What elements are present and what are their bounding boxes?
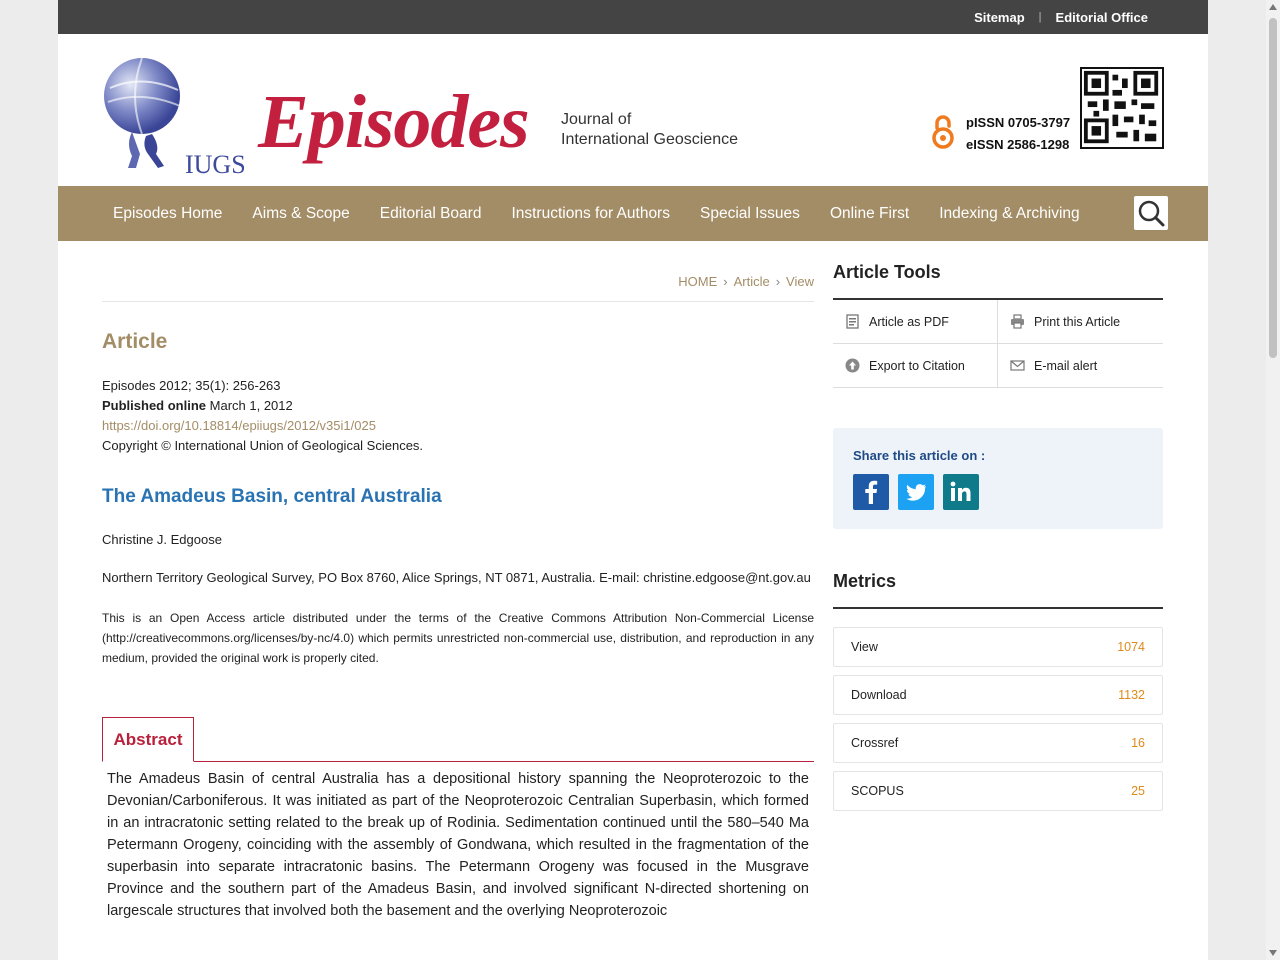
- editorial-office-link[interactable]: Editorial Office: [1056, 10, 1148, 25]
- export-citation-button[interactable]: Export to Citation: [833, 344, 998, 388]
- nav-special-issues[interactable]: Special Issues: [700, 205, 800, 223]
- breadcrumb-article[interactable]: Article: [734, 274, 770, 289]
- facebook-icon[interactable]: [853, 474, 889, 510]
- metric-value: 16: [1131, 736, 1145, 750]
- nav-online-first[interactable]: Online First: [830, 205, 909, 223]
- open-access-icon: [932, 115, 954, 149]
- pdf-icon: [846, 314, 859, 329]
- license-text: This is an Open Access article distribut…: [102, 611, 814, 665]
- chevron-right-icon: ›: [775, 274, 781, 289]
- doi-link[interactable]: https://doi.org/10.18814/epiiugs/2012/v3…: [102, 416, 814, 436]
- metric-label: View: [851, 640, 878, 654]
- twitter-icon[interactable]: [898, 474, 934, 510]
- metric-crossref[interactable]: Crossref 16: [833, 723, 1163, 763]
- search-button[interactable]: [1134, 196, 1168, 230]
- share-label: Share this article on :: [853, 448, 986, 463]
- topbar-separator: |: [1038, 11, 1042, 23]
- citation: Episodes 2012; 35(1): 256-263: [102, 378, 281, 393]
- top-utility-bar: Sitemap | Editorial Office: [58, 0, 1208, 34]
- tab-abstract[interactable]: Abstract: [102, 717, 194, 762]
- share-panel: Share this article on :: [833, 428, 1163, 529]
- main-nav: Episodes Home Aims & Scope Editorial Boa…: [58, 186, 1208, 241]
- metric-view[interactable]: View 1074: [833, 627, 1163, 667]
- metric-scopus[interactable]: SCOPUS 25: [833, 771, 1163, 811]
- atlas-globe-icon[interactable]: [102, 54, 190, 170]
- print-article-button[interactable]: Print this Article: [998, 300, 1163, 344]
- logo-journal-subtitle: Journal of International Geoscience: [561, 110, 738, 150]
- article-as-pdf-button[interactable]: Article as PDF: [833, 300, 998, 344]
- metrics-heading: Metrics: [833, 571, 1163, 609]
- logo-episodes-title[interactable]: Episodes: [258, 84, 530, 160]
- pissn-text: pISSN 0705-3797: [966, 115, 1071, 130]
- article-meta: Episodes 2012; 35(1): 256-263 Published …: [102, 376, 814, 456]
- section-title: Article: [102, 330, 168, 353]
- published-line: Published online March 1, 2012: [102, 396, 814, 416]
- chevron-right-icon: ›: [723, 274, 728, 289]
- author-affiliation: Northern Territory Geological Survey, PO…: [102, 570, 811, 585]
- logo-subtitle-line-1: Journal of: [561, 111, 632, 128]
- logo-iugs-text: IUGS: [185, 150, 246, 179]
- email-alert-button[interactable]: E-mail alert: [998, 344, 1163, 388]
- abstract-text: The Amadeus Basin of central Australia h…: [107, 771, 809, 919]
- main-content: HOME › Article › View Article Episodes 2012;…: [102, 241, 814, 922]
- published-date: March 1, 2012: [209, 398, 293, 413]
- nav-indexing-archiving[interactable]: Indexing & Archiving: [939, 205, 1079, 223]
- export-icon: [845, 358, 860, 373]
- envelope-icon: [1010, 360, 1025, 371]
- export-citation-label: Export to Citation: [869, 358, 965, 373]
- qr-code-icon: [1080, 67, 1164, 149]
- page: Sitemap | Editorial Office IUGS Episodes…: [58, 0, 1208, 960]
- article-title: The Amadeus Basin, central Australia: [102, 486, 442, 507]
- site-header: IUGS Episodes Journal of International G…: [58, 34, 1208, 186]
- scroll-up-arrow-icon[interactable]: [1269, 4, 1277, 10]
- article-tools-grid: Article as PDF Print this Article Export…: [833, 300, 1163, 388]
- nav-editorial-board[interactable]: Editorial Board: [380, 205, 482, 223]
- metric-label: Download: [851, 688, 907, 702]
- linkedin-icon[interactable]: [943, 474, 979, 510]
- sitemap-link[interactable]: Sitemap: [974, 10, 1025, 25]
- breadcrumb-view[interactable]: View: [786, 274, 814, 289]
- breadcrumb: HOME › Article › View: [102, 241, 814, 302]
- metrics-list: View 1074 Download 1132 Crossref 16 SCOP…: [833, 627, 1163, 811]
- nav-episodes-home[interactable]: Episodes Home: [113, 205, 222, 223]
- share-icons: [853, 474, 1143, 510]
- author-name: Christine J. Edgoose: [102, 532, 222, 547]
- breadcrumb-home[interactable]: HOME: [678, 274, 717, 289]
- search-icon: [1138, 200, 1165, 227]
- metric-label: SCOPUS: [851, 784, 904, 798]
- metric-value: 25: [1131, 784, 1145, 798]
- issn-block: pISSN 0705-3797 eISSN 2586-1298: [966, 112, 1070, 156]
- metric-label: Crossref: [851, 736, 899, 750]
- article-as-pdf-label: Article as PDF: [869, 314, 949, 329]
- metric-download[interactable]: Download 1132: [833, 675, 1163, 715]
- nav-aims-scope[interactable]: Aims & Scope: [252, 205, 349, 223]
- copyright: Copyright © International Union of Geolo…: [102, 438, 424, 453]
- email-alert-label: E-mail alert: [1034, 358, 1098, 373]
- metric-value: 1074: [1117, 640, 1145, 654]
- printer-icon: [1011, 314, 1024, 329]
- abstract-tab-bar: Abstract: [102, 717, 814, 762]
- published-label: Published online: [102, 398, 207, 413]
- print-article-label: Print this Article: [1034, 314, 1121, 329]
- logo-subtitle-line-2: International Geoscience: [561, 131, 738, 148]
- metric-value: 1132: [1118, 688, 1145, 702]
- nav-instructions-for-authors[interactable]: Instructions for Authors: [511, 205, 670, 223]
- scroll-down-arrow-icon[interactable]: [1269, 950, 1277, 956]
- scrollbar-thumb[interactable]: [1269, 18, 1277, 358]
- sidebar: Article Tools Article as PDF Print this …: [833, 241, 1163, 811]
- eissn-text: eISSN 2586-1298: [966, 137, 1070, 152]
- vertical-scrollbar[interactable]: [1266, 0, 1280, 960]
- article-tools-heading: Article Tools: [833, 262, 1163, 300]
